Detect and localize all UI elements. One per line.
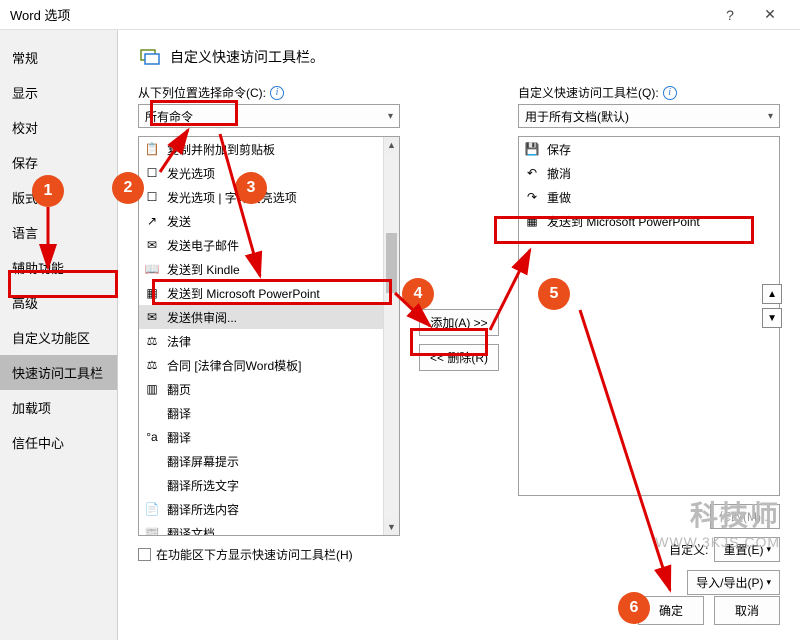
sidebar-item-accessibility[interactable]: 辅助功能 — [0, 250, 117, 285]
list-item[interactable]: ⚖法律 — [139, 329, 399, 353]
list-item[interactable]: ✉发送供审阅... — [139, 305, 399, 329]
legal-icon: ⚖ — [143, 357, 161, 373]
choose-commands-dropdown[interactable]: 所有命令 — [138, 104, 400, 128]
window-title: Word 选项 — [10, 5, 710, 24]
translate-icon: 📄 — [143, 501, 161, 517]
glow-icon: ☐ — [143, 189, 161, 205]
middle-buttons: 添加(A) >> << 删除(R) — [415, 84, 503, 595]
move-up-button[interactable]: ▲ — [762, 284, 782, 304]
ok-button[interactable]: 确定 — [638, 596, 704, 625]
list-item[interactable]: 📋复制并附加到剪贴板 — [139, 137, 399, 161]
powerpoint-icon: ▦ — [143, 285, 161, 301]
translate-icon — [143, 405, 161, 421]
list-item[interactable]: 💾保存 — [519, 137, 779, 161]
list-item[interactable]: ▦发送到 Microsoft PowerPoint — [519, 209, 779, 233]
list-item[interactable]: ▦发送到 Microsoft PowerPoint — [139, 281, 399, 305]
list-item[interactable]: 📄翻译所选内容 — [139, 497, 399, 521]
glow-icon: ☐ — [143, 165, 161, 181]
scroll-up-icon[interactable]: ▲ — [384, 137, 399, 153]
list-item[interactable]: 📖发送到 Kindle — [139, 257, 399, 281]
titlebar: Word 选项 ? ✕ — [0, 0, 800, 30]
show-below-ribbon-checkbox[interactable]: 在功能区下方显示快速访问工具栏(H) — [138, 546, 353, 563]
watermark: 科技师 WWW.3KJS.COM — [655, 494, 780, 550]
translate-icon — [143, 477, 161, 493]
scrollbar[interactable]: ▲ ▼ — [383, 137, 399, 535]
legal-icon: ⚖ — [143, 333, 161, 349]
send-icon: ↗ — [143, 213, 161, 229]
list-item[interactable]: ↗发送 — [139, 209, 399, 233]
list-item[interactable]: 翻译 — [139, 401, 399, 425]
qat-target-dropdown[interactable]: 用于所有文档(默认) — [518, 104, 780, 128]
undo-icon: ↶ — [523, 165, 541, 181]
list-item[interactable]: ↶撤消 — [519, 161, 779, 185]
list-item[interactable]: ▥翻页 — [139, 377, 399, 401]
commands-listbox[interactable]: 📋复制并附加到剪贴板 ☐发光选项 ☐发光选项 | 字体发亮选项 ↗发送 ✉发送电… — [138, 136, 400, 536]
qat-target-label: 自定义快速访问工具栏(Q): i — [518, 84, 780, 101]
list-item[interactable]: ☐发光选项 — [139, 161, 399, 185]
scroll-thumb[interactable] — [386, 233, 397, 293]
list-item[interactable]: ↷重做 — [519, 185, 779, 209]
qat-icon — [138, 45, 162, 69]
sidebar-item-proofing[interactable]: 校对 — [0, 110, 117, 145]
page-heading-text: 自定义快速访问工具栏。 — [170, 47, 324, 67]
clipboard-icon: 📋 — [143, 141, 161, 157]
powerpoint-icon: ▦ — [523, 213, 541, 229]
sidebar-item-display[interactable]: 显示 — [0, 75, 117, 110]
list-item[interactable]: ⚖合同 [法律合同Word模板] — [139, 353, 399, 377]
page-heading: 自定义快速访问工具栏。 — [138, 45, 780, 69]
list-item[interactable]: °a翻译 — [139, 425, 399, 449]
list-item[interactable]: 翻译屏幕提示 — [139, 449, 399, 473]
content-panel: 自定义快速访问工具栏。 从下列位置选择命令(C): i 所有命令 📋复制并附加到… — [118, 30, 800, 640]
review-icon: ✉ — [143, 309, 161, 325]
redo-icon: ↷ — [523, 189, 541, 205]
list-item[interactable]: 翻译所选文字 — [139, 473, 399, 497]
sidebar-item-customize-ribbon[interactable]: 自定义功能区 — [0, 320, 117, 355]
sidebar-item-layout[interactable]: 版式 — [0, 180, 117, 215]
close-button[interactable]: ✕ — [750, 0, 790, 30]
left-column: 从下列位置选择命令(C): i 所有命令 📋复制并附加到剪贴板 ☐发光选项 ☐发… — [138, 84, 400, 595]
qat-listbox[interactable]: 💾保存 ↶撤消 ↷重做 ▦发送到 Microsoft PowerPoint — [518, 136, 780, 496]
sidebar-item-qat[interactable]: 快速访问工具栏 — [0, 355, 117, 390]
sidebar-item-addins[interactable]: 加载项 — [0, 390, 117, 425]
translate-icon: 📰 — [143, 525, 161, 536]
scroll-down-icon[interactable]: ▼ — [384, 519, 399, 535]
cancel-button[interactable]: 取消 — [714, 596, 780, 625]
list-item[interactable]: ☐发光选项 | 字体发亮选项 — [139, 185, 399, 209]
translate-icon: °a — [143, 429, 161, 445]
choose-commands-label: 从下列位置选择命令(C): i — [138, 84, 400, 101]
page-icon: ▥ — [143, 381, 161, 397]
sidebar-item-general[interactable]: 常规 — [0, 40, 117, 75]
remove-button[interactable]: << 删除(R) — [419, 344, 499, 371]
help-button[interactable]: ? — [710, 0, 750, 30]
reorder-buttons: ▲ ▼ — [762, 284, 782, 328]
sidebar-item-advanced[interactable]: 高级 — [0, 285, 117, 320]
import-export-button[interactable]: 导入/导出(P)▾ — [687, 570, 780, 595]
info-icon[interactable]: i — [663, 86, 677, 100]
save-icon: 💾 — [523, 141, 541, 157]
sidebar-item-language[interactable]: 语言 — [0, 215, 117, 250]
kindle-icon: 📖 — [143, 261, 161, 277]
info-icon[interactable]: i — [270, 86, 284, 100]
sidebar: 常规 显示 校对 保存 版式 语言 辅助功能 高级 自定义功能区 快速访问工具栏… — [0, 30, 118, 640]
move-down-button[interactable]: ▼ — [762, 308, 782, 328]
email-icon: ✉ — [143, 237, 161, 253]
list-item[interactable]: ✉发送电子邮件 — [139, 233, 399, 257]
translate-icon — [143, 453, 161, 469]
list-item[interactable]: 📰翻译文档 — [139, 521, 399, 536]
add-button[interactable]: 添加(A) >> — [419, 309, 499, 336]
sidebar-item-trust-center[interactable]: 信任中心 — [0, 425, 117, 460]
sidebar-item-save[interactable]: 保存 — [0, 145, 117, 180]
